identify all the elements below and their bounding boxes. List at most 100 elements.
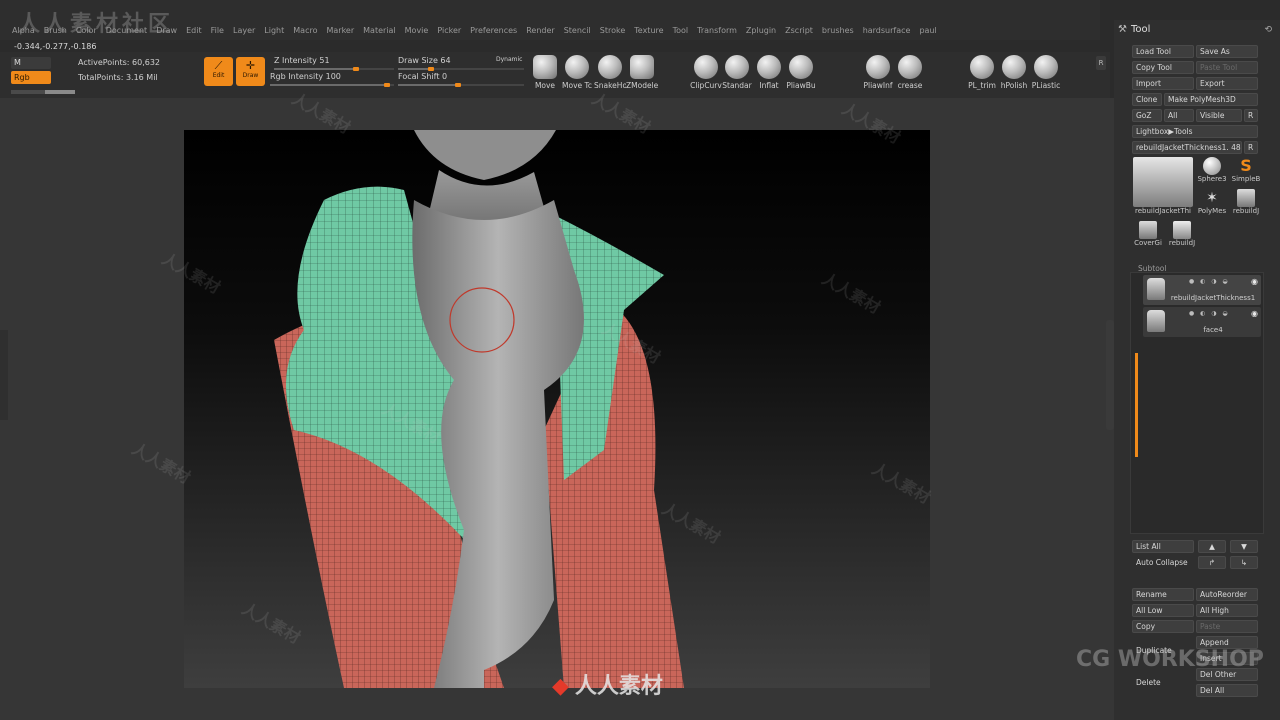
tool-thumb-covergirl[interactable]: CoverGi: [1132, 221, 1164, 251]
tool-thumb-jacket[interactable]: rebuildJacketThi: [1132, 157, 1194, 217]
menu-tool[interactable]: Tool: [673, 26, 689, 35]
auto-reorder-button[interactable]: AutoReorder: [1196, 588, 1258, 601]
make-polymesh-button[interactable]: Make PolyMesh3D: [1164, 93, 1258, 106]
all-high-button[interactable]: All High: [1196, 604, 1258, 617]
color-slider[interactable]: [11, 90, 75, 94]
load-tool-button[interactable]: Load Tool: [1132, 45, 1194, 58]
menu-render[interactable]: Render: [526, 26, 554, 35]
brush-pl-trim[interactable]: PL_trim: [966, 55, 998, 90]
menu-movie[interactable]: Movie: [405, 26, 429, 35]
menu-layer[interactable]: Layer: [233, 26, 255, 35]
menu-picker[interactable]: Picker: [437, 26, 461, 35]
left-tray-handle[interactable]: [0, 330, 8, 420]
menu-edit[interactable]: Edit: [186, 26, 202, 35]
document-canvas[interactable]: [184, 130, 930, 688]
goz-button[interactable]: GoZ: [1132, 109, 1162, 122]
paste-button[interactable]: Paste: [1196, 620, 1258, 633]
brush-clipcurve[interactable]: ClipCurv: [690, 55, 722, 90]
hammer-icon: ⚒: [1118, 24, 1127, 35]
subtool-toggles[interactable]: ● ◐ ◑ ◒: [1189, 310, 1230, 317]
menu-macro[interactable]: Macro: [293, 26, 317, 35]
brush-pliaw[interactable]: PliawBu: [785, 55, 817, 90]
brush-pliaw-inflate[interactable]: PliawInf: [862, 55, 894, 90]
copy-tool-button[interactable]: Copy Tool: [1132, 61, 1194, 74]
save-as-button[interactable]: Save As: [1196, 45, 1258, 58]
menu-marker[interactable]: Marker: [326, 26, 354, 35]
goz-r-button[interactable]: R: [1244, 109, 1258, 122]
menu-stencil[interactable]: Stencil: [564, 26, 591, 35]
menu-stroke[interactable]: Stroke: [600, 26, 626, 35]
focal-shift-slider[interactable]: Focal Shift 0: [398, 72, 524, 87]
delete-button[interactable]: Delete: [1132, 676, 1194, 689]
export-button[interactable]: Export: [1196, 77, 1258, 90]
edit-button[interactable]: ⟋ Edit: [204, 57, 233, 86]
brush-standard[interactable]: Standar: [721, 55, 753, 90]
menu-alpha[interactable]: Alpha: [12, 26, 35, 35]
menu-zplugin[interactable]: Zplugin: [746, 26, 776, 35]
visibility-eye-icon[interactable]: ◉: [1251, 277, 1258, 286]
del-all-button[interactable]: Del All: [1196, 684, 1258, 697]
right-tray-handle[interactable]: [1106, 320, 1114, 430]
brush-inflate[interactable]: Inflat: [753, 55, 785, 90]
tool-thumb-sphere[interactable]: Sphere3: [1196, 157, 1228, 187]
brush-snakehook[interactable]: SnakeHo: [594, 55, 626, 90]
subtool-toggles[interactable]: ● ◐ ◑ ◒: [1189, 278, 1230, 285]
subtool-scrollbar[interactable]: [1135, 353, 1138, 457]
move-left-arrow-icon[interactable]: ↳: [1230, 556, 1258, 569]
menu-transform[interactable]: Transform: [697, 26, 737, 35]
palette-close-icon[interactable]: ⟲: [1264, 25, 1272, 35]
menu-draw[interactable]: Draw: [156, 26, 177, 35]
tool-thumb-rebuild[interactable]: rebuildJ: [1230, 189, 1262, 219]
subtool-item[interactable]: ● ◐ ◑ ◒ ◉ face4: [1143, 307, 1261, 337]
brush-crease[interactable]: crease: [894, 55, 926, 90]
menu-zscript[interactable]: Zscript: [785, 26, 813, 35]
tool-r-button[interactable]: R: [1244, 141, 1258, 154]
brush-hpolish[interactable]: hPolish: [998, 55, 1030, 90]
z-intensity-slider[interactable]: Z Intensity 51: [274, 56, 394, 71]
rename-button[interactable]: Rename: [1132, 588, 1194, 601]
menu-brushes[interactable]: brushes: [822, 26, 854, 35]
visibility-eye-icon[interactable]: ◉: [1251, 309, 1258, 318]
tool-thumb-simplebrush[interactable]: S SimpleB: [1230, 157, 1262, 187]
import-button[interactable]: Import: [1132, 77, 1194, 90]
menu-material[interactable]: Material: [363, 26, 396, 35]
auto-collapse-toggle[interactable]: Auto Collapse: [1132, 556, 1196, 569]
brush-zmodeler[interactable]: ZModele: [626, 55, 658, 90]
menu-preferences[interactable]: Preferences: [470, 26, 517, 35]
clone-button[interactable]: Clone: [1132, 93, 1162, 106]
goz-all-button[interactable]: All: [1164, 109, 1194, 122]
list-all-button[interactable]: List All: [1132, 540, 1194, 553]
m-button[interactable]: M: [11, 57, 51, 69]
menu-texture[interactable]: Texture: [634, 26, 663, 35]
menu-light[interactable]: Light: [264, 26, 284, 35]
move-up-arrow-icon[interactable]: ▲: [1198, 540, 1226, 553]
goz-visible-button[interactable]: Visible: [1196, 109, 1242, 122]
copy-button[interactable]: Copy: [1132, 620, 1194, 633]
menu-paul[interactable]: paul: [919, 26, 936, 35]
paste-tool-button[interactable]: Paste Tool: [1196, 61, 1258, 74]
brush-move[interactable]: Move: [529, 55, 561, 90]
move-right-arrow-icon[interactable]: ↱: [1198, 556, 1226, 569]
draw-button[interactable]: ✛ Draw: [236, 57, 265, 86]
rgb-button[interactable]: Rgb: [11, 71, 51, 84]
menu-brush[interactable]: Brush: [44, 26, 67, 35]
zmodeler-brush-icon: [630, 55, 654, 79]
subtool-item[interactable]: ● ◐ ◑ ◒ ◉ rebuildJacketThickness1: [1143, 275, 1261, 305]
brush-move-topo[interactable]: Move Tc: [561, 55, 593, 90]
shelf-r-button[interactable]: R: [1096, 56, 1106, 70]
sculpt-model[interactable]: [184, 130, 930, 688]
all-low-button[interactable]: All Low: [1132, 604, 1194, 617]
rgb-intensity-slider[interactable]: Rgb Intensity 100: [270, 72, 394, 87]
menu-color[interactable]: Color: [76, 26, 97, 35]
hpolish-brush-icon: [1002, 55, 1026, 79]
tool-thumb-rebuild-2[interactable]: rebuildJ: [1166, 221, 1198, 251]
menu-hardsurface[interactable]: hardsurface: [863, 26, 911, 35]
dynamic-toggle[interactable]: Dynamic: [496, 56, 522, 63]
menu-file[interactable]: File: [211, 26, 224, 35]
move-down-arrow-icon[interactable]: ▼: [1230, 540, 1258, 553]
lightbox-tools-button[interactable]: Lightbox▶Tools: [1132, 125, 1258, 138]
menu-document[interactable]: Document: [106, 26, 147, 35]
current-tool-slider[interactable]: rebuildJacketThickness1. 48: [1132, 141, 1242, 154]
tool-thumb-polymesh[interactable]: ✶ PolyMes: [1196, 189, 1228, 219]
brush-pliastic[interactable]: PLiastic: [1030, 55, 1062, 90]
